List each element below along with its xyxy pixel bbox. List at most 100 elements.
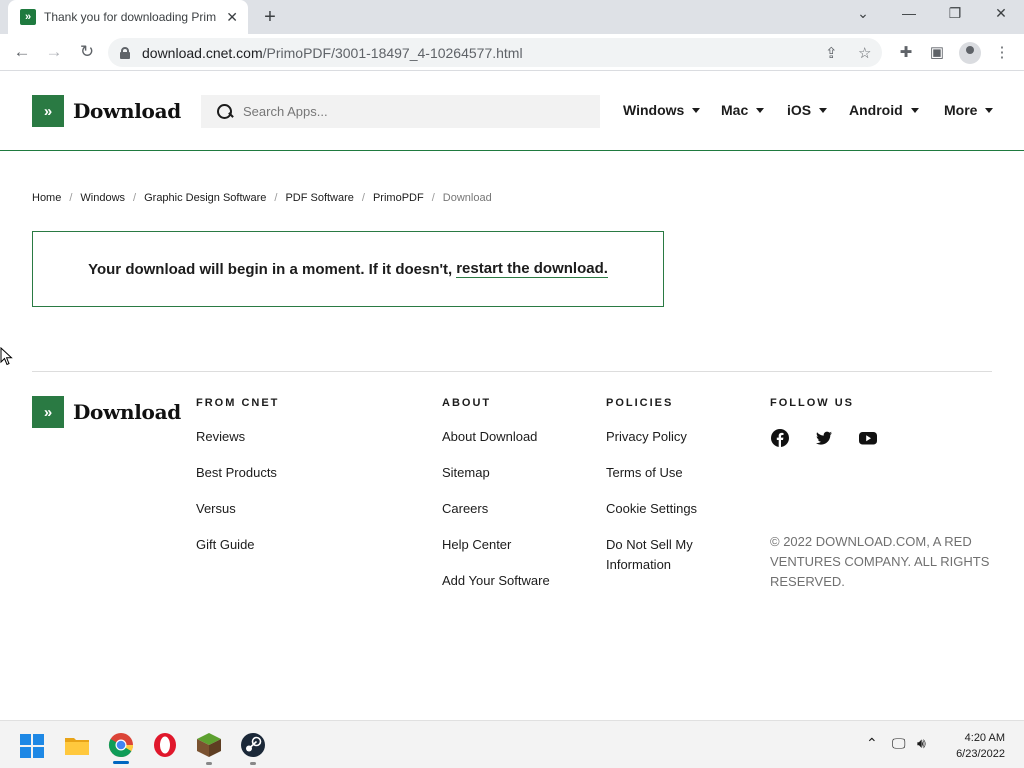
footer-link-privacy-policy[interactable]: Privacy Policy — [606, 427, 687, 447]
menu-icon[interactable]: ⋮ — [992, 43, 1012, 61]
minecraft-icon[interactable] — [196, 732, 222, 758]
footer-link-gift-guide[interactable]: Gift Guide — [196, 535, 255, 555]
footer-heading-follow-us: FOLLOW US — [770, 397, 854, 409]
running-app-indicator — [250, 762, 256, 765]
url-path: /PrimoPDF/3001-18497_4-10264577.html — [262, 44, 523, 61]
footer-heading-about: ABOUT — [442, 397, 492, 409]
breadcrumb-separator: / — [361, 192, 365, 204]
footer-link-careers[interactable]: Careers — [442, 499, 488, 519]
url-text: download.cnet.com/PrimoPDF/3001-18497_4-… — [142, 45, 523, 61]
nav-label: iOS — [787, 102, 812, 118]
footer-divider — [32, 371, 992, 372]
footer-link-versus[interactable]: Versus — [196, 499, 236, 519]
footer-link-help-center[interactable]: Help Center — [442, 535, 511, 555]
nav-more[interactable]: More — [944, 102, 994, 118]
footer-link-reviews[interactable]: Reviews — [196, 427, 245, 447]
breadcrumb-windows[interactable]: Windows — [80, 192, 125, 204]
nav-label: Android — [849, 102, 903, 118]
chevron-down-icon — [910, 107, 919, 113]
breadcrumb-current: Download — [442, 192, 492, 204]
footer-heading-policies: POLICIES — [606, 397, 674, 409]
chevron-down-icon — [985, 107, 994, 113]
footer-link-terms[interactable]: Terms of Use — [606, 463, 683, 483]
footer-logo[interactable]: » Download — [32, 396, 181, 428]
facebook-icon[interactable] — [771, 429, 789, 447]
windows-taskbar: ⌃ 🖵 🔊︎ 4:20 AM 6/23/2022 — [0, 720, 1024, 768]
nav-ios[interactable]: iOS — [787, 102, 828, 118]
extensions-icon[interactable]: ✚ — [896, 43, 916, 61]
opera-icon[interactable] — [152, 732, 178, 758]
tab-title: Thank you for downloading Prim — [44, 10, 217, 24]
restart-download-link[interactable]: restart the download. — [456, 260, 608, 278]
breadcrumb: Home / Windows / Graphic Design Software / … — [32, 192, 492, 204]
footer-link-cookie-settings[interactable]: Cookie Settings — [606, 499, 697, 519]
lock-icon[interactable] — [120, 46, 130, 59]
star-icon[interactable]: ☆ — [858, 44, 871, 62]
file-explorer-icon[interactable] — [64, 733, 90, 759]
breadcrumb-separator: / — [431, 192, 435, 204]
clock-date: 6/23/2022 — [956, 748, 1005, 760]
download-notice: Your download will begin in a moment. If… — [32, 231, 664, 307]
tab-strip: » Thank you for downloading Prim ✕ + ⌄ —… — [0, 0, 1024, 34]
browser-tab[interactable]: » Thank you for downloading Prim ✕ — [8, 0, 248, 34]
back-icon[interactable]: ← — [11, 42, 33, 62]
download-logo-icon: » — [32, 95, 64, 127]
youtube-icon[interactable] — [859, 429, 877, 447]
chrome-icon[interactable] — [108, 732, 134, 758]
breadcrumb-primopdf[interactable]: PrimoPDF — [373, 192, 424, 204]
chevron-down-icon — [756, 107, 765, 113]
windows-start-icon[interactable] — [20, 734, 44, 758]
search-input[interactable] — [243, 104, 583, 119]
system-clock[interactable]: 4:20 AM 6/23/2022 — [956, 730, 1005, 762]
copyright-text: © 2022 DOWNLOAD.COM, A RED VENTURES COMP… — [770, 534, 990, 589]
search-bar — [201, 95, 600, 128]
volume-icon[interactable]: 🔊︎ — [917, 735, 926, 752]
restore-icon[interactable]: ❐ — [943, 5, 967, 22]
nav-android[interactable]: Android — [849, 102, 919, 118]
nav-mac[interactable]: Mac — [721, 102, 765, 118]
chevron-down-icon — [692, 107, 701, 113]
breadcrumb-pdf-software[interactable]: PDF Software — [285, 192, 353, 204]
steam-icon[interactable] — [240, 732, 266, 758]
footer-link-best-products[interactable]: Best Products — [196, 463, 277, 483]
footer-logo-text: Download — [73, 400, 181, 424]
tab-search-icon[interactable]: ⌄ — [851, 5, 875, 22]
new-tab-icon[interactable]: + — [258, 6, 282, 28]
network-icon[interactable]: 🖵 — [892, 735, 906, 752]
tab-close-icon[interactable]: ✕ — [226, 9, 238, 26]
site-header: » Download Windows Mac iOS Android More — [0, 71, 1024, 151]
share-icon[interactable]: ⇪ — [825, 44, 838, 62]
footer-link-about-download[interactable]: About Download — [442, 427, 537, 447]
nav-windows[interactable]: Windows — [623, 102, 701, 118]
logo-text: Download — [73, 99, 181, 123]
breadcrumb-home[interactable]: Home — [32, 192, 61, 204]
nav-label: Mac — [721, 102, 749, 118]
url-domain: download.cnet.com — [142, 44, 263, 61]
window-close-icon[interactable]: ✕ — [989, 5, 1013, 22]
breadcrumb-separator: / — [133, 192, 137, 204]
breadcrumb-graphic-design[interactable]: Graphic Design Software — [144, 192, 266, 204]
search-icon[interactable] — [217, 103, 233, 120]
twitter-icon[interactable] — [815, 429, 833, 447]
footer-link-sitemap[interactable]: Sitemap — [442, 463, 490, 483]
minimize-icon[interactable]: — — [897, 5, 921, 21]
active-app-indicator — [113, 761, 129, 764]
profile-icon[interactable] — [959, 42, 981, 64]
sidepanel-icon[interactable]: ▣ — [927, 43, 947, 61]
mouse-cursor-icon — [0, 347, 13, 366]
browser-toolbar: ← → ↻ download.cnet.com/PrimoPDF/3001-18… — [0, 34, 1024, 71]
breadcrumb-separator: / — [69, 192, 73, 204]
footer-heading-from-cnet: FROM CNET — [196, 397, 280, 409]
forward-icon[interactable]: → — [43, 42, 65, 62]
site-logo[interactable]: » Download — [32, 95, 181, 127]
chevron-up-icon[interactable]: ⌃ — [866, 735, 878, 752]
breadcrumb-separator: / — [274, 192, 278, 204]
running-app-indicator — [206, 762, 212, 765]
address-bar[interactable]: download.cnet.com/PrimoPDF/3001-18497_4-… — [108, 38, 882, 67]
footer-link-do-not-sell[interactable]: Do Not Sell My Information — [606, 535, 726, 575]
download-favicon-icon: » — [20, 9, 36, 25]
reload-icon[interactable]: ↻ — [76, 42, 98, 62]
footer-link-add-software[interactable]: Add Your Software — [442, 571, 550, 591]
nav-label: Windows — [623, 102, 685, 118]
download-logo-icon: » — [32, 396, 64, 428]
